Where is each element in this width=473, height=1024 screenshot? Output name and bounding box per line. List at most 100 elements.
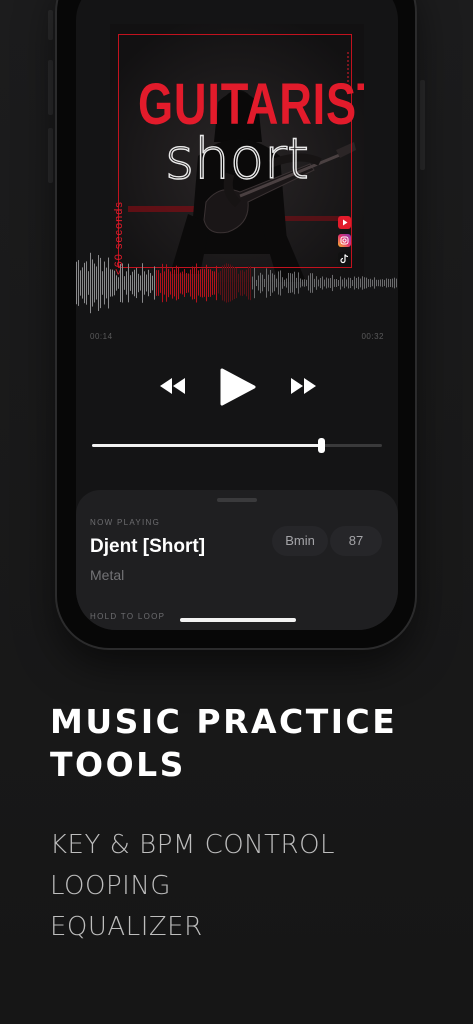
waveform-bar [94,263,95,303]
waveform-bar [216,265,217,301]
waveform-bar [92,259,93,307]
waveform-bar [312,273,313,293]
waveform-bar [222,265,223,301]
cover-title: GUITARIST [137,72,364,137]
waveform-bar [252,276,253,290]
youtube-icon [338,216,351,229]
home-indicator[interactable] [180,618,296,622]
waveform-bar [350,277,351,289]
playback-slider-fill [92,444,322,447]
waveform-bar [96,266,97,300]
waveform-bar [318,279,319,287]
waveform-bar [302,279,303,287]
album-cover: GUITARIST short <60 seconds [110,24,364,282]
waveform-bar [144,271,145,295]
waveform-bar [108,257,109,309]
waveform-bar [182,271,183,295]
waveform-bar [190,269,191,297]
waveform-bar [288,272,289,294]
waveform-bar [338,279,339,287]
waveform-bar [378,279,379,287]
waveform-bar [374,277,375,289]
waveform-bar [286,278,287,288]
waveform-bar [380,279,381,287]
waveform-bar [184,269,185,297]
waveform-bar [188,273,189,293]
waveform-bar [230,264,231,302]
waveform-bar [360,278,361,288]
track-genre: Metal [90,567,125,583]
waveform-bar [388,278,389,288]
fast-forward-icon[interactable] [288,376,318,396]
waveform-bar [228,263,229,303]
waveform-bar [100,257,101,309]
waveform-bar [358,276,359,290]
now-playing-sheet[interactable]: NOW PLAYING Djent [Short] Metal Bmin 87 … [76,490,398,630]
waveform-bar [192,266,193,300]
waveform-bar [204,269,205,297]
waveform-bar [364,277,365,289]
waveform-bar [146,274,147,292]
waveform-bar [168,268,169,298]
waveform-bar [276,278,277,288]
waveform-bar [266,268,267,298]
waveform-bar [76,261,77,305]
waveform-bar [382,279,383,287]
waveform-bar [336,278,337,288]
waveform-bar [362,276,363,290]
waveform-bar [256,279,257,287]
waveform-bar [300,278,301,288]
key-button[interactable]: Bmin [272,526,328,556]
playback-slider-thumb[interactable] [318,438,326,453]
waveform-bar [132,271,133,295]
waveform-bar [196,263,197,303]
waveform-bar [246,269,247,297]
waveform-bar [258,275,259,291]
waveform-bar [90,252,91,314]
waveform-bar [376,279,377,287]
waveform-bar [314,278,315,288]
waveform-bar [86,261,87,305]
sheet-grabber[interactable] [217,498,257,502]
feature-list: KEY & BPM CONTROL LOOPING EQUALIZER [50,825,450,948]
waveform-bar [200,269,201,297]
waveform-bar [394,277,395,289]
waveform-bar [342,279,343,287]
waveform-bar [348,277,349,289]
rewind-icon[interactable] [158,376,188,396]
waveform-bar [298,272,299,294]
volume-up-button [48,60,53,115]
waveform-bar [386,278,387,288]
waveform-bar [322,276,323,290]
waveform-bar [320,277,321,289]
waveform[interactable] [76,248,398,318]
waveform-bar [164,271,165,295]
waveform-bar [294,271,295,295]
feature-item: LOOPING [50,871,171,901]
waveform-bar [186,273,187,293]
waveform-bar [130,275,131,291]
waveform-bar [118,277,119,289]
waveform-bar [224,264,225,302]
waveform-bar [254,267,255,299]
playback-slider[interactable] [92,438,382,453]
waveform-bar [284,279,285,287]
waveform-bar [180,272,181,294]
waveform-bar [384,279,385,287]
total-time: 00:32 [361,332,384,341]
now-playing-label: NOW PLAYING [90,518,161,527]
waveform-bar [176,265,177,301]
waveform-bar [326,277,327,289]
waveform-bar [208,269,209,297]
track-title: Djent [Short] [90,536,206,557]
feature-item: KEY & BPM CONTROL [50,830,336,860]
waveform-bar [174,269,175,297]
play-icon[interactable] [218,366,258,408]
waveform-bar [140,275,141,291]
waveform-bar [346,279,347,287]
waveform-bar [280,270,281,296]
waveform-bar [242,270,243,296]
waveform-bar [290,273,291,293]
waveform-bar [232,265,233,301]
bpm-button[interactable]: 87 [330,526,382,556]
